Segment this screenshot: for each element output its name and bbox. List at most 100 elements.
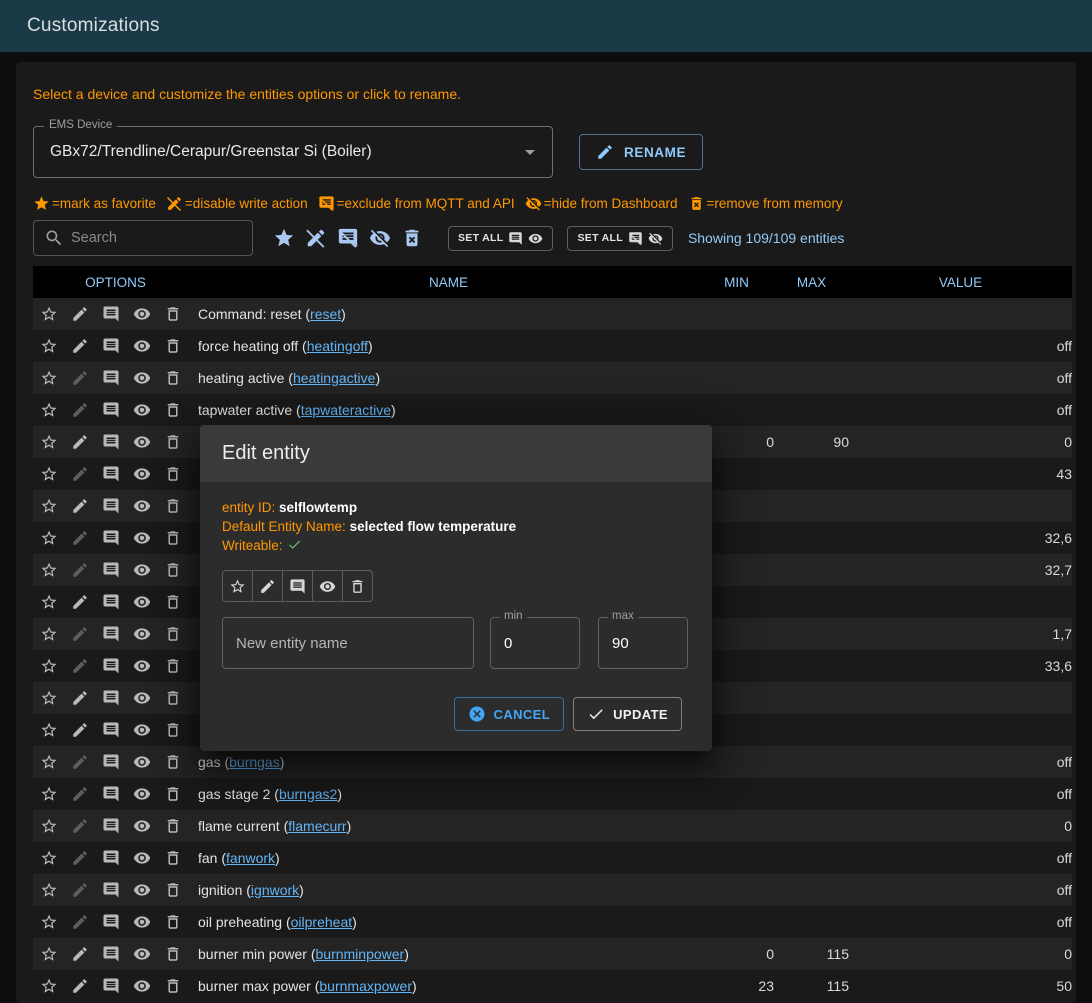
star-filter-button[interactable] [272, 226, 296, 250]
entity-shortname-link[interactable]: tapwateractive [301, 402, 391, 418]
options-cell [33, 650, 198, 682]
table-row[interactable]: burner min power (burnminpower)01150 [33, 938, 1072, 970]
min-input-value: 0 [504, 635, 512, 652]
delete-icon [164, 337, 182, 355]
comment-icon [289, 578, 306, 595]
table-row[interactable]: tapwater active (tapwateractive)off [33, 394, 1072, 426]
star-border-icon [40, 977, 58, 995]
table-row[interactable]: gas stage 2 (burngas2)off [33, 778, 1072, 810]
delete-forever-filter-button[interactable] [400, 226, 424, 250]
entity-shortname-link[interactable]: heatingactive [293, 370, 376, 386]
comment-icon [102, 433, 120, 451]
edit-icon [71, 689, 89, 707]
entity-name: fan (fanwork) [198, 842, 699, 874]
legend-item: =remove from memory [688, 195, 843, 212]
check-icon [587, 705, 605, 723]
star-icon [33, 195, 50, 212]
new-entity-name-input[interactable]: New entity name [222, 617, 474, 669]
search-input-box[interactable] [33, 220, 253, 256]
table-row[interactable]: force heating off (heatingoff)off [33, 330, 1072, 362]
table-row[interactable]: burner max power (burnmaxpower)2311550 [33, 970, 1072, 1002]
legend-text: =mark as favorite [52, 196, 156, 211]
table-row[interactable]: flame current (flamecurr)0 [33, 810, 1072, 842]
cell-value [849, 490, 1072, 522]
entity-shortname-link[interactable]: burngas [229, 754, 280, 770]
set-all-label: SET ALL [577, 232, 622, 244]
cell-min [699, 906, 774, 938]
edit-icon [71, 497, 89, 515]
cell-min [699, 810, 774, 842]
legend: =mark as favorite=disable write action=e… [33, 195, 1072, 212]
update-button[interactable]: UPDATE [573, 697, 682, 731]
edit-off-filter-button[interactable] [304, 226, 328, 250]
eye-off-icon [525, 195, 542, 212]
table-row[interactable]: oil preheating (oilpreheat)off [33, 906, 1072, 938]
eye-icon [133, 849, 151, 867]
delete-toggle-button[interactable] [342, 570, 373, 602]
app-header: Customizations [0, 0, 1092, 52]
set-all-button-1[interactable]: SET ALL [448, 226, 553, 251]
star-border-icon [40, 337, 58, 355]
entity-shortname-link[interactable]: burnminpower [316, 946, 405, 962]
entity-shortname-link[interactable]: burnmaxpower [319, 978, 412, 994]
options-cell [33, 874, 198, 906]
cell-value: off [849, 330, 1072, 362]
cell-value [849, 682, 1072, 714]
entity-name: flame current (flamecurr) [198, 810, 699, 842]
edit-icon [71, 593, 89, 611]
star-border-icon [40, 305, 58, 323]
ems-device-select[interactable]: EMS Device GBx72/Trendline/Cerapur/Green… [33, 126, 553, 178]
entity-shortname-link[interactable]: ignwork [251, 882, 299, 898]
table-row[interactable]: ignition (ignwork)off [33, 874, 1072, 906]
toolbar: SET ALLSET ALL Showing 109/109 entities [33, 220, 1072, 256]
new-entity-name-placeholder: New entity name [236, 635, 348, 652]
cell-max [774, 778, 849, 810]
eye-off-filter-button[interactable] [368, 226, 392, 250]
set-all-group: SET ALL SET ALL [424, 226, 673, 251]
edit-icon [71, 785, 89, 803]
max-input[interactable]: max 90 [598, 617, 688, 669]
star-border-toggle-button[interactable] [222, 570, 253, 602]
cell-max [774, 650, 849, 682]
delete-icon [349, 578, 366, 595]
edit-icon [71, 977, 89, 995]
delete-forever-icon [688, 195, 705, 212]
entity-shortname-link[interactable]: heatingoff [307, 338, 368, 354]
cancel-button[interactable]: CANCEL [454, 697, 565, 731]
delete-icon [164, 305, 182, 323]
delete-icon [164, 945, 182, 963]
entity-shortname-link[interactable]: flamecurr [288, 818, 346, 834]
rename-button[interactable]: RENAME [579, 134, 703, 170]
entity-shortname-link[interactable]: burngas2 [279, 786, 337, 802]
comment-off-filter-button[interactable] [336, 226, 360, 250]
edit-toggle-button[interactable] [252, 570, 283, 602]
cell-value: 0 [849, 426, 1072, 458]
cell-max: 115 [774, 970, 849, 1002]
entity-shortname-link[interactable]: reset [310, 306, 341, 322]
options-cell [33, 682, 198, 714]
legend-item: =exclude from MQTT and API [318, 195, 515, 212]
delete-icon [164, 497, 182, 515]
table-row[interactable]: heating active (heatingactive)off [33, 362, 1072, 394]
search-input[interactable] [71, 230, 242, 246]
delete-icon [164, 465, 182, 483]
entity-shortname-link[interactable]: oilpreheat [291, 914, 353, 930]
eye-icon [133, 497, 151, 515]
eye-icon [133, 369, 151, 387]
min-input[interactable]: min 0 [490, 617, 580, 669]
table-row[interactable]: Command: reset (reset) [33, 298, 1072, 330]
set-all-button-2[interactable]: SET ALL [567, 226, 672, 251]
eye-icon [133, 561, 151, 579]
cell-max [774, 874, 849, 906]
eye-icon [133, 785, 151, 803]
cell-max [774, 394, 849, 426]
delete-icon [164, 433, 182, 451]
default-name-line: Default Entity Name: selected flow tempe… [222, 517, 690, 536]
cell-value: off [849, 874, 1072, 906]
eye-toggle-button[interactable] [312, 570, 343, 602]
comment-toggle-button[interactable] [282, 570, 313, 602]
table-row[interactable]: fan (fanwork)off [33, 842, 1072, 874]
edit-icon [71, 753, 89, 771]
entity-shortname-link[interactable]: fanwork [226, 850, 275, 866]
entity-name: burner max power (burnmaxpower) [198, 970, 699, 1002]
